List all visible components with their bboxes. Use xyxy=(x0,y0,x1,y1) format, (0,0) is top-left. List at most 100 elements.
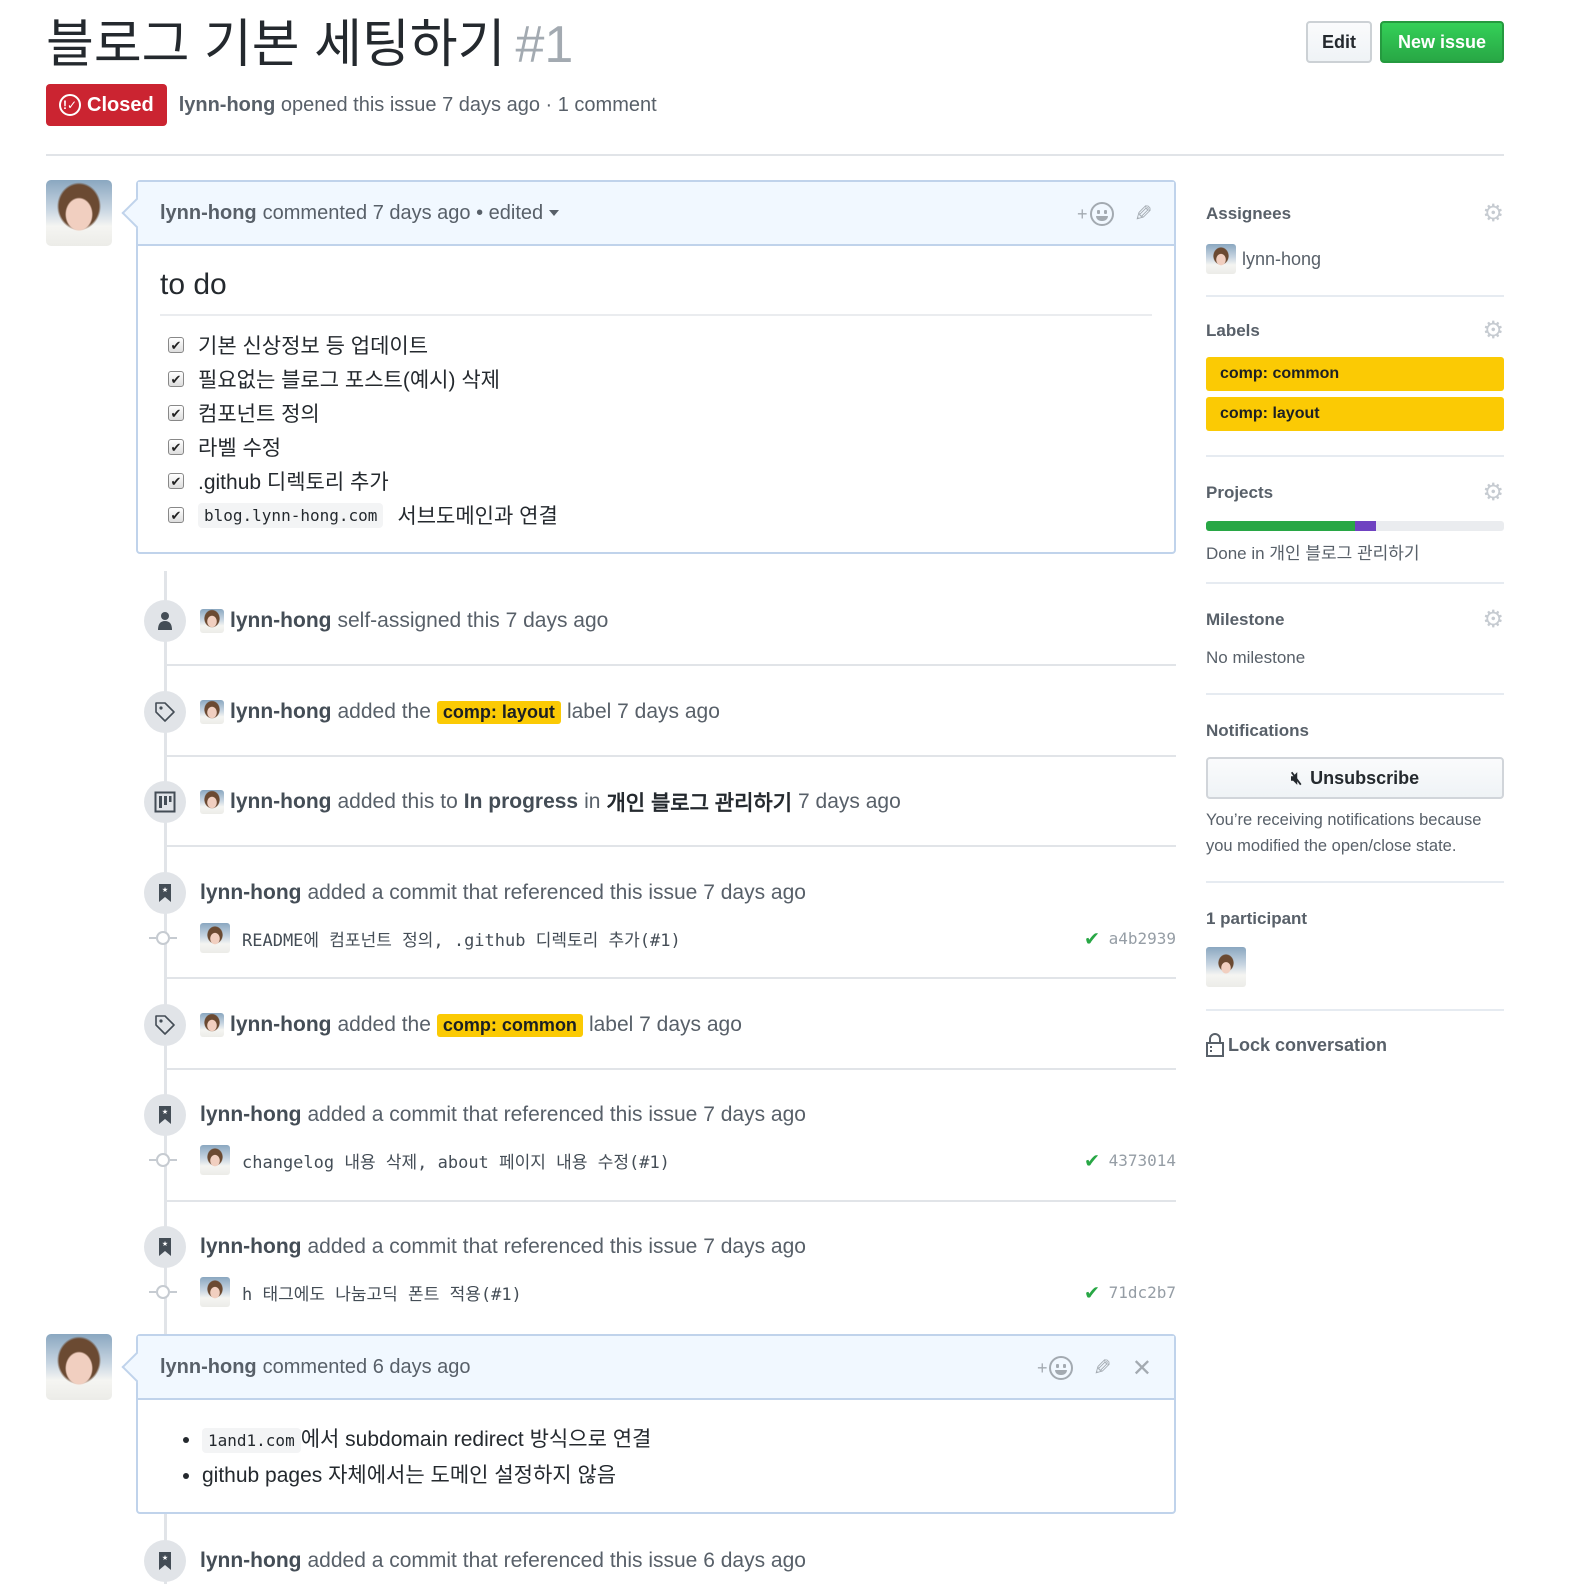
check-icon[interactable]: ✔ xyxy=(1085,1148,1098,1173)
smiley-icon xyxy=(1049,1356,1074,1380)
comment: lynn-hong commented 7 days ago • edited … xyxy=(136,180,1176,554)
divider xyxy=(164,845,1176,847)
actor-link[interactable]: lynn-hong xyxy=(200,1235,301,1259)
checkbox[interactable]: ✔ xyxy=(168,473,184,489)
projects-heading[interactable]: Projects xyxy=(1206,483,1273,503)
lock-conversation-link[interactable]: Lock conversation xyxy=(1206,1033,1504,1057)
close-icon[interactable]: ✕ xyxy=(1132,1354,1152,1383)
divider xyxy=(164,1068,1176,1070)
divider xyxy=(164,1200,1176,1202)
notifications-section: Notifications 🔇︎ Unsubscribe You’re rece… xyxy=(1206,695,1504,883)
task-item: ✔ 필요없는 블로그 포스트(예시) 삭제 xyxy=(168,362,1152,396)
commit-row: changelog 내용 삭제, about 페이지 내용 수정(#1) ✔ 43… xyxy=(144,1142,1176,1178)
commit-message[interactable]: h 태그에도 나눔고딕 폰트 적용(#1) xyxy=(242,1274,522,1310)
chevron-down-icon[interactable] xyxy=(549,210,560,216)
comment-header: lynn-hong commented 7 days ago • edited … xyxy=(138,182,1174,246)
assignee-link[interactable]: lynn-hong xyxy=(1242,249,1321,270)
avatar[interactable] xyxy=(200,790,224,814)
comment-header: lynn-hong commented 6 days ago + ✎ ✕ xyxy=(138,1336,1174,1400)
avatar[interactable] xyxy=(200,700,224,724)
commit-message[interactable]: README에 컴포넌트 정의, .github 디렉토리 추가(#1) xyxy=(242,920,681,956)
project-icon xyxy=(144,781,186,823)
commit-sha[interactable]: 4373014 xyxy=(1109,1151,1176,1170)
commit-message[interactable]: changelog 내용 삭제, about 페이지 내용 수정(#1) xyxy=(242,1142,670,1178)
notification-reason: You’re receiving notifications because y… xyxy=(1206,811,1482,855)
label-badge[interactable]: comp: common xyxy=(1206,357,1504,391)
checkbox[interactable]: ✔ xyxy=(168,439,184,455)
task-text: 기본 신상정보 등 업데이트 xyxy=(198,335,429,358)
participants-section: 1 participant xyxy=(1206,883,1504,1011)
task-text: 필요없는 블로그 포스트(예시) 삭제 xyxy=(198,369,500,392)
avatar[interactable] xyxy=(46,1334,112,1400)
actor-link[interactable]: lynn-hong xyxy=(200,1549,301,1573)
checkbox[interactable]: ✔ xyxy=(168,371,184,387)
gear-icon[interactable]: ⚙ xyxy=(1482,319,1504,343)
gear-icon[interactable]: ⚙ xyxy=(1482,481,1504,505)
comment-meta: commented 7 days ago • edited xyxy=(262,201,544,224)
edit-button[interactable]: Edit xyxy=(1305,21,1372,63)
commit-row: h 태그에도 나눔고딕 폰트 적용(#1) ✔ 71dc2b7 xyxy=(144,1274,1176,1310)
actor-link[interactable]: lynn-hong xyxy=(200,1103,301,1127)
commit-sha[interactable]: 71dc2b7 xyxy=(1109,1283,1176,1302)
avatar[interactable] xyxy=(46,180,112,246)
project-progress-bar xyxy=(1206,521,1504,531)
pencil-icon[interactable]: ✎ xyxy=(1134,201,1152,227)
list-item-text: github pages 자체에서는 도메인 설정하지 않음 xyxy=(202,1464,617,1487)
unsubscribe-label: Unsubscribe xyxy=(1310,767,1420,788)
event-text: added the xyxy=(337,1013,431,1036)
label-badge[interactable]: comp: layout xyxy=(1206,397,1504,431)
milestone-heading[interactable]: Milestone xyxy=(1206,610,1284,630)
comment-heading: to do xyxy=(160,268,1152,316)
avatar[interactable] xyxy=(200,609,224,633)
progress-in-progress xyxy=(1355,521,1376,531)
actor-link[interactable]: lynn-hong xyxy=(230,700,331,724)
labels-heading[interactable]: Labels xyxy=(1206,321,1260,341)
actor-link[interactable]: lynn-hong xyxy=(230,1013,331,1037)
status-badge: !✓ Closed xyxy=(46,84,167,126)
actor-link[interactable]: lynn-hong xyxy=(200,881,301,905)
avatar[interactable] xyxy=(200,1277,230,1307)
unsubscribe-button[interactable]: 🔇︎ Unsubscribe xyxy=(1206,757,1504,799)
commit-sha[interactable]: a4b2939 xyxy=(1109,929,1176,948)
avatar[interactable] xyxy=(200,1145,230,1175)
author-link[interactable]: lynn-hong xyxy=(179,94,276,116)
checkbox[interactable]: ✔ xyxy=(168,405,184,421)
svg-text:★: ★ xyxy=(162,1108,168,1116)
commit-row: README에 컴포넌트 정의, .github 디렉토리 추가(#1) ✔ a4… xyxy=(144,920,1176,956)
task-text: 라벨 수정 xyxy=(198,437,282,460)
pencil-icon[interactable]: ✎ xyxy=(1093,1355,1111,1381)
milestone-section: Milestone ⚙ No milestone xyxy=(1206,584,1504,695)
add-reaction-button[interactable]: + xyxy=(1077,202,1114,226)
check-icon[interactable]: ✔ xyxy=(1085,1280,1098,1305)
label-badge[interactable]: comp: common xyxy=(436,1013,583,1037)
list-item: 1and1.com에서 subdomain redirect 방식으로 연결 xyxy=(202,1422,1152,1458)
check-icon[interactable]: ✔ xyxy=(1085,926,1098,951)
project-status[interactable]: Done in 개인 블로그 관리하기 xyxy=(1206,539,1504,564)
avatar[interactable] xyxy=(200,923,230,953)
actor-link[interactable]: lynn-hong xyxy=(230,609,331,633)
checkbox[interactable]: ✔ xyxy=(168,337,184,353)
progress-done xyxy=(1206,521,1355,531)
gear-icon[interactable]: ⚙ xyxy=(1482,608,1504,632)
tag-icon xyxy=(144,1004,186,1046)
project-link[interactable]: 개인 블로그 관리하기 xyxy=(606,787,792,817)
assignees-heading[interactable]: Assignees xyxy=(1206,204,1291,224)
event-text: added a commit that referenced this issu… xyxy=(307,1235,806,1258)
comment-body: 1and1.com에서 subdomain redirect 방식으로 연결 g… xyxy=(138,1400,1174,1512)
svg-text:★: ★ xyxy=(162,1554,168,1562)
add-reaction-button[interactable]: + xyxy=(1037,1356,1074,1380)
avatar[interactable] xyxy=(1206,244,1236,274)
participant-avatar[interactable] xyxy=(1206,947,1246,987)
author-link[interactable]: lynn-hong xyxy=(160,1356,257,1379)
comment-meta: commented 6 days ago xyxy=(262,1355,471,1378)
new-issue-button[interactable]: New issue xyxy=(1379,21,1504,63)
gear-icon[interactable]: ⚙ xyxy=(1482,202,1504,226)
checkbox[interactable]: ✔ xyxy=(168,507,184,523)
author-link[interactable]: lynn-hong xyxy=(160,202,257,225)
actor-link[interactable]: lynn-hong xyxy=(230,790,331,814)
opened-text: opened this issue 7 days ago · 1 comment xyxy=(280,93,657,116)
person-icon xyxy=(144,600,186,642)
avatar[interactable] xyxy=(200,1013,224,1037)
bookmark-icon: ★ xyxy=(144,1094,186,1136)
label-badge[interactable]: comp: layout xyxy=(436,700,561,724)
